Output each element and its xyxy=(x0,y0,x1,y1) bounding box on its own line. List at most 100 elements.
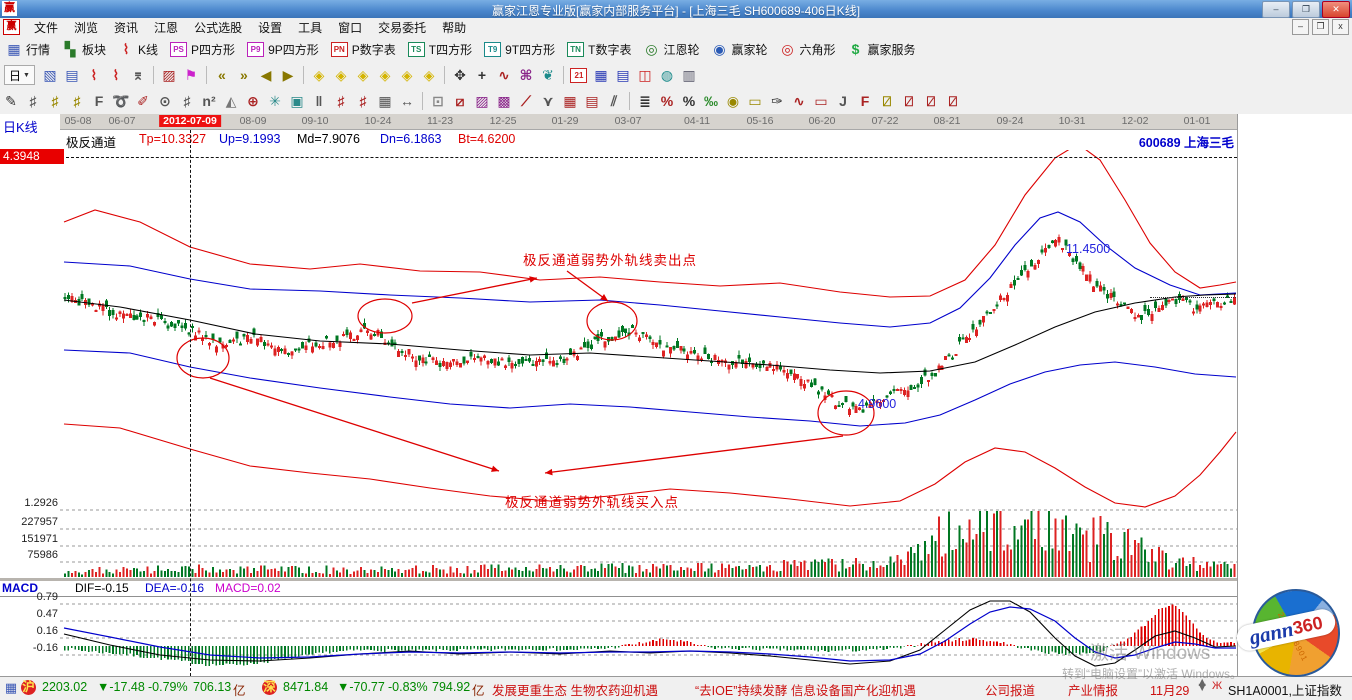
tool-diamond-4[interactable]: ◈ xyxy=(374,65,396,85)
tool-flag-tool[interactable]: ⚑ xyxy=(180,65,202,85)
tool-diamond-2[interactable]: ◈ xyxy=(330,65,352,85)
toolbar-button-p-square[interactable]: PSP四方形 xyxy=(164,39,241,60)
menu-item-4[interactable]: 公式选股 xyxy=(186,18,250,37)
tool-f-line[interactable]: F xyxy=(854,91,876,111)
tool-list-tool[interactable]: ≣ xyxy=(634,91,656,111)
tool-notes[interactable]: ▤ xyxy=(612,65,634,85)
tool-go-prev[interactable]: ◀ xyxy=(255,65,277,85)
toolbar-button-kline[interactable]: ⌇K线 xyxy=(112,39,164,60)
tool-pen[interactable]: ✎ xyxy=(0,91,22,111)
chart-area[interactable]: 日K线 05-0806-072012-07-0908-0909-1010-241… xyxy=(0,114,1352,676)
tool-angle-tool[interactable]: ◭ xyxy=(220,91,242,111)
menu-item-1[interactable]: 浏览 xyxy=(66,18,106,37)
tool-gold-grid-1[interactable]: ♯ xyxy=(44,91,66,111)
tool-win-grid[interactable]: ♯ xyxy=(352,91,374,111)
tool-chart-style[interactable]: ▧ xyxy=(39,65,61,85)
tool-red-grid-1[interactable]: ▦ xyxy=(559,91,581,111)
tool-permille-green[interactable]: ‰ xyxy=(700,91,722,111)
menu-item-7[interactable]: 窗口 xyxy=(330,18,370,37)
toolbar-button-gann-wheel[interactable]: ◎江恩轮 xyxy=(637,39,705,60)
tool-star-teal[interactable]: ✳ xyxy=(264,91,286,111)
tool-spiral[interactable]: ➰ xyxy=(110,91,132,111)
tool-go-next[interactable]: ▶ xyxy=(277,65,299,85)
tool-gold-grid-2[interactable]: ♯ xyxy=(66,91,88,111)
macd-plot[interactable] xyxy=(60,596,1237,676)
tool-win-line[interactable]: ⍁ xyxy=(920,91,942,111)
tool-info-panel[interactable]: ▤ xyxy=(61,65,83,85)
tool-diamond-3[interactable]: ◈ xyxy=(352,65,374,85)
menu-item-2[interactable]: 资讯 xyxy=(106,18,146,37)
tool-calendar[interactable]: 21 xyxy=(568,65,590,85)
tool-fan-lines[interactable]: ⧄ xyxy=(449,91,471,111)
toolbar-button-t-number[interactable]: TNT数字表 xyxy=(561,39,637,60)
tool-save[interactable]: ◫ xyxy=(634,65,656,85)
tool-diamond-5[interactable]: ◈ xyxy=(396,65,418,85)
tool-web[interactable]: ◍ xyxy=(656,65,678,85)
tool-red-grid-2[interactable]: ▤ xyxy=(581,91,603,111)
tool-box-teal[interactable]: ▣ xyxy=(286,91,308,111)
menu-item-3[interactable]: 江恩 xyxy=(146,18,186,37)
doc-minimize-button[interactable]: – xyxy=(1292,19,1309,35)
tool-red-window[interactable]: ▨ xyxy=(158,65,180,85)
tool-width-arrows[interactable]: ↔ xyxy=(396,91,418,111)
tool-shen-grid[interactable]: ♯ xyxy=(330,91,352,111)
tool-diamond-1[interactable]: ◈ xyxy=(308,65,330,85)
tool-fibo-f[interactable]: F xyxy=(88,91,110,111)
tool-bottle-tool[interactable]: ⌆ xyxy=(127,65,149,85)
tool-pen-ruler[interactable]: ✐ xyxy=(132,91,154,111)
tool-kline-small-9[interactable]: ⌇ xyxy=(105,65,127,85)
tool-ink-pen[interactable]: ✑ xyxy=(766,91,788,111)
toolbar-button-quotes[interactable]: ▦行情 xyxy=(0,39,56,60)
toolbar-button-winner-wheel[interactable]: ◉赢家轮 xyxy=(705,39,773,60)
tool-four-line[interactable]: ⍁ xyxy=(942,91,964,111)
tool-brain-tool[interactable]: ❦ xyxy=(537,65,559,85)
tool-gold-line[interactable]: ⍁ xyxy=(876,91,898,111)
menu-item-8[interactable]: 交易委托 xyxy=(370,18,434,37)
tool-hand-tool[interactable]: ✥ xyxy=(449,65,471,85)
tool-purple-box[interactable]: ▨ xyxy=(471,91,493,111)
menu-item-5[interactable]: 设置 xyxy=(250,18,290,37)
tool-shen-line[interactable]: ⍁ xyxy=(898,91,920,111)
toolbar-button-t-square[interactable]: TST四方形 xyxy=(402,39,478,60)
tool-purple-tool[interactable]: ⌘ xyxy=(515,65,537,85)
tool-go-first[interactable]: « xyxy=(211,65,233,85)
doc-close-button[interactable]: x xyxy=(1332,19,1349,35)
toolbar-button-hexagon[interactable]: ◎六角形 xyxy=(774,39,842,60)
toolbar-button-p9-square[interactable]: P99P四方形 xyxy=(241,39,325,60)
toolbar-button-sectors[interactable]: ▚板块 xyxy=(56,39,112,60)
tool-grid-tool[interactable]: ♯ xyxy=(22,91,44,111)
tool-red-slash[interactable]: ⟋ xyxy=(515,91,537,111)
tool-ruler-123[interactable]: ▦ xyxy=(374,91,396,111)
tool-kline-small-3[interactable]: ⌇ xyxy=(83,65,105,85)
menu-item-6[interactable]: 工具 xyxy=(290,18,330,37)
toolbar-button-t9-square[interactable]: T99T四方形 xyxy=(478,39,561,60)
tool-box-corner[interactable]: ⊡ xyxy=(427,91,449,111)
tool-v-lines[interactable]: ⋎ xyxy=(537,91,559,111)
toolbar-button-p-number[interactable]: PNP数字表 xyxy=(325,39,402,60)
tool-percent[interactable]: % xyxy=(678,91,700,111)
tool-slash-lines[interactable]: ⫽ xyxy=(603,91,625,111)
tool-n-square[interactable]: n² xyxy=(198,91,220,111)
tool-calculator[interactable]: ▦ xyxy=(590,65,612,85)
tool-wave-a[interactable]: ∿ xyxy=(788,91,810,111)
restore-button[interactable]: ❐ xyxy=(1292,1,1320,18)
tool-go-last[interactable]: » xyxy=(233,65,255,85)
period-selector[interactable]: 日▼ xyxy=(4,65,35,85)
tool-gold-circle[interactable]: ◉ xyxy=(722,91,744,111)
company-report-link[interactable]: 公司报道 xyxy=(985,680,1035,699)
tool-target-red[interactable]: ⊕ xyxy=(242,91,264,111)
tool-cross-tool[interactable]: + xyxy=(471,65,493,85)
close-button[interactable]: ✕ xyxy=(1322,1,1350,18)
menu-item-0[interactable]: 文件 xyxy=(26,18,66,37)
industry-intel-link[interactable]: 产业情报 xyxy=(1068,680,1118,699)
tool-purple-red-box[interactable]: ▩ xyxy=(493,91,515,111)
tool-percent-red[interactable]: % xyxy=(656,91,678,111)
minimize-button[interactable]: – xyxy=(1262,1,1290,18)
price-volume-plot[interactable] xyxy=(60,150,1237,578)
tool-curve-tool[interactable]: ∿ xyxy=(493,65,515,85)
tool-ruler-grid[interactable]: ♯ xyxy=(176,91,198,111)
menu-item-9[interactable]: 帮助 xyxy=(434,18,474,37)
tool-gold-bar[interactable]: ▭ xyxy=(744,91,766,111)
tool-diamond-6[interactable]: ◈ xyxy=(418,65,440,85)
tool-j-line[interactable]: J xyxy=(832,91,854,111)
